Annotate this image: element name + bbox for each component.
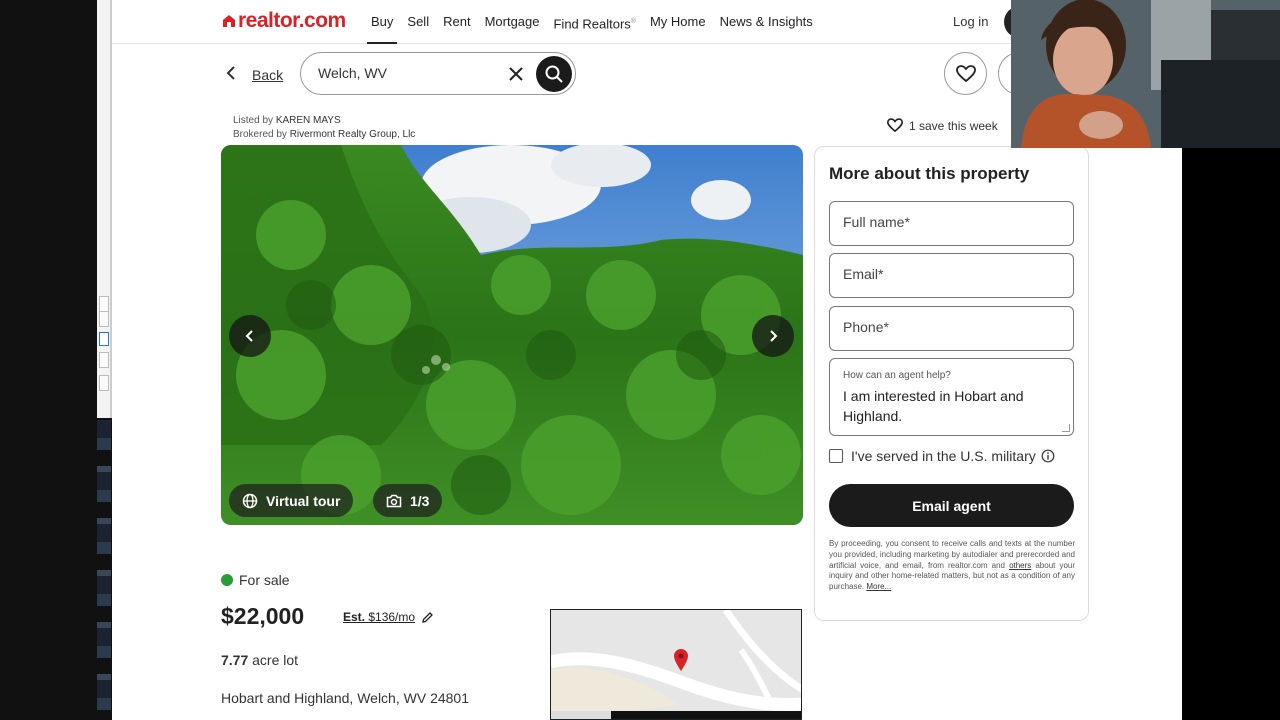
nav-sell[interactable]: Sell — [407, 0, 429, 44]
listing-price: $22,000 — [221, 603, 305, 629]
chevron-left-icon — [226, 64, 236, 85]
registered-mark: ® — [630, 18, 636, 25]
back-label: Back — [252, 66, 284, 83]
map-pin-icon[interactable] — [673, 648, 689, 672]
photo-next-button[interactable] — [752, 315, 794, 357]
login-link[interactable]: Log in — [953, 14, 988, 29]
logo-house-icon — [223, 15, 235, 27]
location-map[interactable] — [550, 609, 802, 720]
phone-field — [829, 306, 1074, 351]
disclaimer-others-link[interactable]: others — [1009, 561, 1031, 570]
logo-text: realtor.com — [238, 9, 346, 32]
disclaimer-more-link[interactable]: More... — [866, 582, 891, 591]
listing-photo[interactable]: Virtual tour 1/3 — [221, 145, 803, 525]
nav-buy[interactable]: Buy — [366, 0, 398, 44]
desktop-background-streaks — [97, 420, 111, 720]
chevron-right-icon — [770, 330, 778, 342]
heart-icon — [887, 118, 903, 133]
resize-handle[interactable] — [1062, 424, 1070, 432]
search-input[interactable] — [318, 65, 498, 81]
listed-by-line: Listed by KAREN MAYS — [233, 114, 415, 128]
search-button[interactable] — [536, 56, 572, 92]
nav-my-home[interactable]: My Home — [650, 0, 706, 44]
brokered-by-line: Brokered by Rivermont Realty Group, Llc — [233, 128, 415, 142]
chevron-left-icon — [245, 330, 253, 342]
full-name-input[interactable] — [843, 214, 1058, 230]
lot-size: 7.77 acre lot — [221, 652, 298, 668]
desktop-background — [0, 0, 112, 720]
estimated-payment[interactable]: Est. $136/mo — [343, 610, 434, 624]
search-icon — [545, 65, 563, 83]
realtor-logo[interactable]: realtor.com — [222, 9, 346, 33]
est-value: $136/mo — [368, 610, 416, 624]
background-window-checkbox — [99, 332, 109, 346]
photo-count-label: 1/3 — [410, 492, 430, 509]
military-checkbox-row[interactable]: I've served in the U.S. military — [829, 448, 1055, 464]
nav-mortgage[interactable]: Mortgage — [485, 0, 540, 44]
search-bar — [300, 52, 576, 95]
photo-prev-button[interactable] — [229, 315, 271, 357]
status-badge: For sale — [221, 572, 290, 588]
email-field — [829, 253, 1074, 298]
military-checkbox[interactable] — [829, 449, 843, 463]
virtual-tour-button[interactable]: Virtual tour — [229, 484, 354, 517]
virtual-tour-label: Virtual tour — [266, 492, 341, 509]
listed-by-name: KAREN MAYS — [275, 115, 341, 126]
est-prefix: Est. — [343, 610, 366, 624]
info-icon[interactable] — [1041, 449, 1055, 463]
close-icon[interactable] — [505, 63, 527, 85]
nav-find-realtors[interactable]: Find Realtors® — [553, 0, 635, 44]
message-label: How can an agent help? — [843, 370, 951, 381]
map-bottom-edge — [551, 711, 611, 719]
heart-icon — [955, 64, 976, 82]
listing-address: Hobart and Highland, Welch, WV 24801 — [221, 690, 469, 706]
globe-icon — [242, 493, 258, 508]
brokered-by-prefix: Brokered by — [233, 129, 287, 140]
listing-agent-info: Listed by KAREN MAYS Brokered by Rivermo… — [233, 114, 415, 142]
email-agent-button[interactable]: Email agent — [829, 484, 1074, 527]
nav-find-realtors-label: Find Realtors — [553, 16, 631, 32]
status-label: For sale — [239, 572, 290, 588]
form-title: More about this property — [829, 164, 1030, 183]
email-input[interactable] — [843, 266, 1058, 282]
consent-disclaimer: By proceeding, you consent to receive ca… — [829, 539, 1075, 593]
listed-by-prefix: Listed by — [233, 115, 274, 126]
message-text: I am interested in Hobart and Highland. — [843, 388, 1024, 424]
save-listing-button[interactable] — [944, 52, 987, 95]
lot-size-unit: acre lot — [252, 652, 299, 668]
full-name-field — [829, 201, 1074, 246]
estimated-payment-link[interactable]: Est. $136/mo — [343, 610, 415, 624]
background-window-control — [99, 375, 109, 391]
saves-count: 1 save this week — [887, 118, 998, 133]
background-window-control — [99, 296, 109, 312]
pencil-icon[interactable] — [421, 611, 434, 624]
nav-news-insights[interactable]: News & Insights — [720, 0, 813, 44]
saves-label: 1 save this week — [909, 118, 998, 133]
lot-size-value: 7.77 — [221, 652, 249, 668]
message-textarea[interactable]: How can an agent help? I am interested i… — [829, 358, 1074, 436]
webcam-person-image — [1011, 0, 1280, 148]
phone-input[interactable] — [843, 319, 1058, 335]
brokered-by-name: Rivermont Realty Group, Llc — [289, 129, 416, 140]
nav-rent[interactable]: Rent — [443, 0, 470, 44]
forest-photo-scene — [221, 145, 803, 525]
background-window-control — [99, 352, 109, 368]
military-label: I've served in the U.S. military — [851, 448, 1036, 464]
contact-agent-form: More about this property How can an agen… — [814, 146, 1089, 621]
webcam-overlay — [1011, 0, 1280, 148]
photo-count-button[interactable]: 1/3 — [373, 484, 443, 517]
status-dot — [221, 574, 233, 586]
main-nav: Buy Sell Rent Mortgage Find Realtors® My… — [366, 0, 827, 44]
back-link[interactable]: Back — [226, 64, 283, 85]
camera-icon — [386, 494, 402, 507]
background-window-control — [99, 311, 109, 327]
